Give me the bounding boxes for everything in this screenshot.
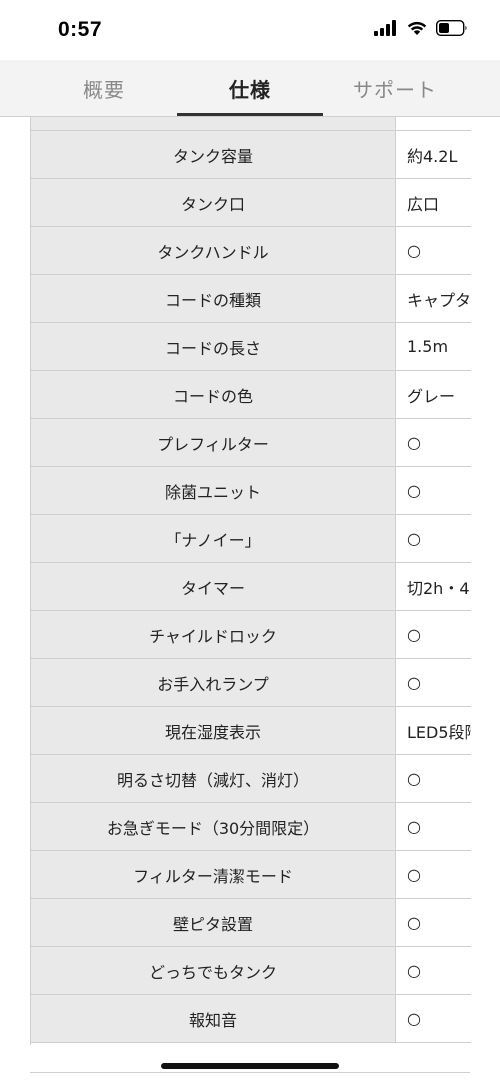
spec-label: 除菌ユニット (31, 466, 396, 515)
spec-label: コードの色 (31, 370, 396, 419)
spec-row: 除菌ユニット ○ (31, 466, 471, 515)
spec-value: ○ (395, 850, 471, 899)
spec-label: コードの長さ (31, 322, 396, 371)
spec-row: チャイルドロック ○ (31, 610, 471, 659)
spec-label: 現在湿度表示 (31, 706, 396, 755)
spec-value: 1.5m (395, 322, 471, 371)
spec-row: 壁ピタ設置 ○ (31, 898, 471, 947)
spec-value: グレー (395, 370, 471, 419)
spec-value: 約4.2L (395, 130, 471, 179)
spec-row: お急ぎモード（30分間限定） ○ (31, 802, 471, 851)
wifi-icon (407, 21, 427, 35)
spec-value: ○ (395, 466, 471, 515)
spec-label: タンクハンドル (31, 226, 396, 275)
spec-label: チャイルドロック (31, 610, 396, 659)
spec-value: ○ (395, 610, 471, 659)
spec-row: 現在湿度表示LED5段階 (31, 706, 471, 755)
spec-table-body: タンク容量 約4.2L タンク口 広口 タンクハンドル ○ コードの種類 キャプタ コードの長さ… (31, 117, 471, 1043)
spec-value: ○ (395, 802, 471, 851)
spec-label: お急ぎモード（30分間限定） (31, 802, 396, 851)
tab-overview[interactable]: 概要 (31, 60, 177, 116)
tab-bar: 概要 仕様 サポート (0, 60, 500, 117)
tab-support[interactable]: サポート (322, 60, 468, 116)
spec-row: 「ナノイー」 ○ (31, 514, 471, 563)
spec-value: ○ (395, 946, 471, 995)
spec-value: 切2h・4 (395, 562, 471, 611)
spec-row: お手入れランプ ○ (31, 658, 471, 707)
home-indicator[interactable] (161, 1063, 339, 1069)
status-icons (374, 20, 468, 36)
spec-value: ○ (395, 418, 471, 467)
spec-label: 報知音 (31, 994, 396, 1043)
spec-row (31, 117, 471, 131)
spec-row: コードの長さ 1.5m (31, 322, 471, 371)
spec-row: コードの種類 キャプタ (31, 274, 471, 323)
spec-row: フィルター清潔モード ○ (31, 850, 471, 899)
spec-label: 壁ピタ設置 (31, 898, 396, 947)
spec-table: タンク容量 約4.2L タンク口 広口 タンクハンドル ○ コードの種類 キャプタ コードの長さ… (31, 117, 471, 1043)
spec-value (395, 117, 471, 131)
spec-row: タンクハンドル ○ (31, 226, 471, 275)
spec-value: ○ (395, 658, 471, 707)
spec-value: ○ (395, 898, 471, 947)
spec-row: タイマー 切2h・4 (31, 562, 471, 611)
spec-label: プレフィルター (31, 418, 396, 467)
spec-row: コードの色 グレー (31, 370, 471, 419)
spec-label (31, 117, 396, 131)
spec-value: LED5段階 (395, 706, 471, 755)
spec-row: タンク口 広口 (31, 178, 471, 227)
spec-value: ○ (395, 514, 471, 563)
spec-row: プレフィルター ○ (31, 418, 471, 467)
spec-label: 「ナノイー」 (31, 514, 396, 563)
spec-value: ○ (395, 994, 471, 1043)
spec-row: 明るさ切替（減灯、消灯） ○ (31, 754, 471, 803)
spec-value: キャプタ (395, 274, 471, 323)
spec-value: 広口 (395, 178, 471, 227)
spec-label: コードの種類 (31, 274, 396, 323)
spec-label: 明るさ切替（減灯、消灯） (31, 754, 396, 803)
spec-row: どっちでもタンク ○ (31, 946, 471, 995)
spec-label: タンク口 (31, 178, 396, 227)
spec-label: フィルター清潔モード (31, 850, 396, 899)
spec-value: ○ (395, 754, 471, 803)
battery-icon (436, 20, 467, 36)
cellular-signal-icon (374, 20, 396, 36)
spec-label: お手入れランプ (31, 658, 396, 707)
spec-label: どっちでもタンク (31, 946, 396, 995)
bottom-divider (30, 1072, 470, 1073)
spec-row: 報知音 ○ (31, 994, 471, 1043)
spec-label: タンク容量 (31, 130, 396, 179)
status-bar: 0:57 (0, 0, 500, 60)
spec-label: タイマー (31, 562, 396, 611)
spec-table-container[interactable]: タンク容量 約4.2L タンク口 広口 タンクハンドル ○ コードの種類 キャプタ コードの長さ… (30, 117, 471, 1045)
status-time: 0:57 (58, 18, 103, 41)
tab-specs[interactable]: 仕様 (177, 60, 323, 116)
spec-row: タンク容量 約4.2L (31, 130, 471, 179)
spec-value: ○ (395, 226, 471, 275)
